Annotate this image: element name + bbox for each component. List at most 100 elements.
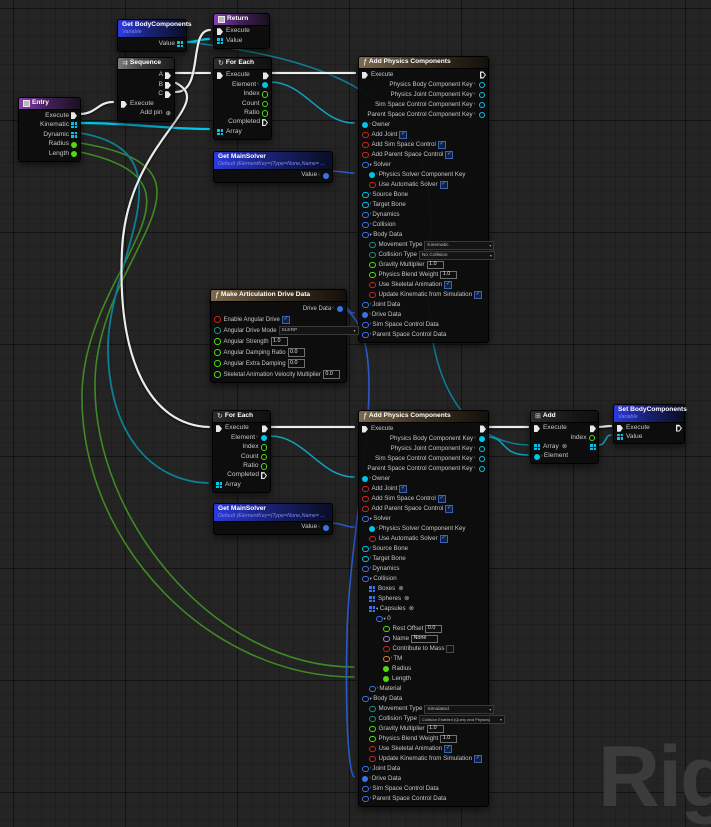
array-pin[interactable] xyxy=(216,482,222,489)
execute-pin[interactable] xyxy=(534,425,540,433)
drive-data-pin-out[interactable] xyxy=(337,305,343,312)
target-bone-pin[interactable] xyxy=(362,555,369,563)
sim-space-control-data-pin[interactable] xyxy=(362,321,369,329)
target-bone-pin[interactable] xyxy=(362,201,369,209)
array-pin[interactable] xyxy=(534,444,540,451)
use-skeletal-animation-checkbox[interactable]: ✓ xyxy=(444,745,453,753)
node-add[interactable]: ⊞ Add Execute Index Array ⊗ › Element xyxy=(530,410,599,465)
physics-joint-component-key-pin-out[interactable] xyxy=(478,445,485,453)
add-sim-space-control-checkbox[interactable]: ✓ xyxy=(437,495,446,503)
expand-chevron-icon[interactable]: › xyxy=(370,222,372,228)
rest-offset-pin[interactable] xyxy=(383,625,390,633)
drive-data-pin[interactable] xyxy=(362,312,368,318)
kinematic-pin-out[interactable] xyxy=(71,122,77,129)
expand-chevron-icon[interactable]: › xyxy=(370,546,372,552)
expand-chevron-icon[interactable]: ‹ xyxy=(256,435,258,441)
boxes-pin[interactable] xyxy=(369,586,375,592)
count-pin-out[interactable] xyxy=(261,100,268,108)
node-for-each-top[interactable]: ↻ For Each Execute Element ‹ Index Count Ratio C… xyxy=(213,57,272,140)
b-pin-out[interactable] xyxy=(165,81,171,89)
physics-body-component-key-pin-out[interactable] xyxy=(478,81,485,89)
skeletal-animation-velocity-multiplier-pin[interactable] xyxy=(214,371,221,378)
element-pin-out[interactable] xyxy=(261,435,267,442)
expand-chevron-icon[interactable]: › xyxy=(370,302,372,308)
wire-entry-kinematic-to-for-each-top-array[interactable] xyxy=(78,121,211,131)
collision-pin[interactable] xyxy=(362,575,369,583)
node-make-articulation-drive-data[interactable]: ƒ Make Articulation Drive Data Drive Data ‹… xyxy=(210,289,359,383)
solver-pin[interactable] xyxy=(362,161,369,169)
wire-add-execute-to-set-body-components-execute[interactable] xyxy=(595,424,613,429)
expand-chevron-icon[interactable]: ‹ xyxy=(474,92,476,98)
wire-entry-radius-to-add-physics-components-bottom-radius[interactable] xyxy=(79,142,355,668)
add-pin-icon[interactable]: ⊕ xyxy=(166,110,171,118)
clear-array-icon[interactable]: ⊗ xyxy=(404,595,409,603)
execute-pin-out[interactable] xyxy=(480,71,486,79)
expand-chevron-icon[interactable]: › xyxy=(370,202,372,208)
use-automatic-solver-checkbox[interactable]: ✓ xyxy=(439,181,448,189)
source-bone-pin[interactable] xyxy=(362,191,369,199)
collapse-caret-icon[interactable]: ▾ xyxy=(370,232,372,238)
use-skeletal-animation-checkbox[interactable]: ✓ xyxy=(444,281,453,289)
execute-pin[interactable] xyxy=(216,425,222,433)
value-pin[interactable] xyxy=(617,433,623,440)
parent-space-control-component-key-pin-out[interactable] xyxy=(478,465,485,473)
parent-space-control-data-pin[interactable] xyxy=(362,795,369,803)
collision-type-pin[interactable] xyxy=(369,251,376,259)
execute-pin[interactable] xyxy=(217,72,223,80)
collision-pin[interactable] xyxy=(362,221,369,229)
node-header[interactable]: Get BodyComponents Variable xyxy=(118,20,192,38)
expand-chevron-icon[interactable]: › xyxy=(376,172,378,178)
gravity-multiplier-input[interactable]: 1.0 xyxy=(426,260,444,270)
node-for-each-bottom[interactable]: ↻ For Each Execute Element ‹ Index Count Ratio C… xyxy=(212,410,271,493)
use-skeletal-animation-pin[interactable] xyxy=(369,281,376,289)
value-pin-out[interactable] xyxy=(323,172,329,179)
expand-chevron-icon[interactable]: › xyxy=(376,526,378,532)
node-header[interactable]: ƒ Make Articulation Drive Data xyxy=(211,290,346,302)
execute-pin[interactable] xyxy=(617,424,623,432)
angular-strength-input[interactable]: 1.0 xyxy=(270,337,288,346)
node-get-body-components[interactable]: Get BodyComponents Variable Value xyxy=(117,19,192,52)
expand-chevron-icon[interactable]: › xyxy=(370,786,372,792)
physics-joint-component-key-pin-out[interactable] xyxy=(478,91,485,99)
expand-chevron-icon[interactable]: › xyxy=(370,322,372,328)
owner-pin[interactable] xyxy=(362,476,368,482)
drive-data-pin[interactable] xyxy=(362,776,368,782)
node-entry[interactable]: Entry Execute Kinematic Dynamic Radius Length xyxy=(18,97,81,162)
contribute-to-mass-checkbox[interactable] xyxy=(446,645,455,653)
dynamics-pin[interactable] xyxy=(362,565,369,573)
node-header[interactable]: Set BodyComponents Variable xyxy=(614,405,687,423)
node-header[interactable]: Get MainSolver Default (ElementKey=(Type=… xyxy=(214,152,332,170)
count-pin-out[interactable] xyxy=(260,453,267,461)
enable-angular-drive-checkbox[interactable]: ✓ xyxy=(281,315,290,324)
collapse-caret-icon[interactable]: ▾ xyxy=(384,616,386,622)
angular-extra-damping-pin[interactable] xyxy=(214,360,221,367)
add-parent-space-control-checkbox[interactable]: ✓ xyxy=(445,151,454,159)
sim-space-control-data-pin[interactable] xyxy=(362,785,369,793)
node-header[interactable]: ↻ For Each xyxy=(214,58,271,70)
expand-chevron-icon[interactable]: ‹ xyxy=(332,305,334,312)
expand-chevron-icon[interactable]: › xyxy=(541,453,543,460)
expand-chevron-icon[interactable]: ‹ xyxy=(474,112,476,118)
update-kinematic-from-simulation-checkbox[interactable]: ✓ xyxy=(474,755,483,763)
node-header[interactable]: ↻ For Each xyxy=(213,411,270,423)
wire-add-array-to-set-body-components-value[interactable] xyxy=(598,434,612,446)
angular-drive-mode-pin[interactable] xyxy=(214,327,221,334)
add-sim-space-control-checkbox[interactable]: ✓ xyxy=(437,141,446,149)
radius-pin[interactable] xyxy=(383,666,389,672)
collision-type-dropdown[interactable]: No Collision ▾ xyxy=(418,250,495,260)
index-pin-out[interactable] xyxy=(260,444,267,451)
graph-canvas[interactable]: { "canvas": {"watermark": "RigVM", "back… xyxy=(0,0,711,825)
execute-pin-out[interactable] xyxy=(71,112,77,120)
angular-strength-pin[interactable] xyxy=(214,338,221,345)
rest-offset-input[interactable]: 0.0 xyxy=(425,624,443,634)
gravity-multiplier-pin[interactable] xyxy=(369,261,376,269)
wire-for-each-top-element-to-add-physics-components-top-owner[interactable] xyxy=(269,81,355,124)
wire-get-main-solver-bottom-value-to-add-physics-components-bottom-physics-solver-component-key[interactable] xyxy=(329,522,355,528)
add-parent-space-control-pin[interactable] xyxy=(362,505,369,513)
movement-type-dropdown[interactable]: Simulated ▾ xyxy=(424,704,495,714)
0-pin[interactable] xyxy=(376,615,383,623)
length-pin[interactable] xyxy=(383,676,389,682)
angular-damping-ratio-input[interactable]: 0.0 xyxy=(287,348,305,357)
execute-pin-out[interactable] xyxy=(590,425,596,433)
solver-pin[interactable] xyxy=(362,515,369,523)
